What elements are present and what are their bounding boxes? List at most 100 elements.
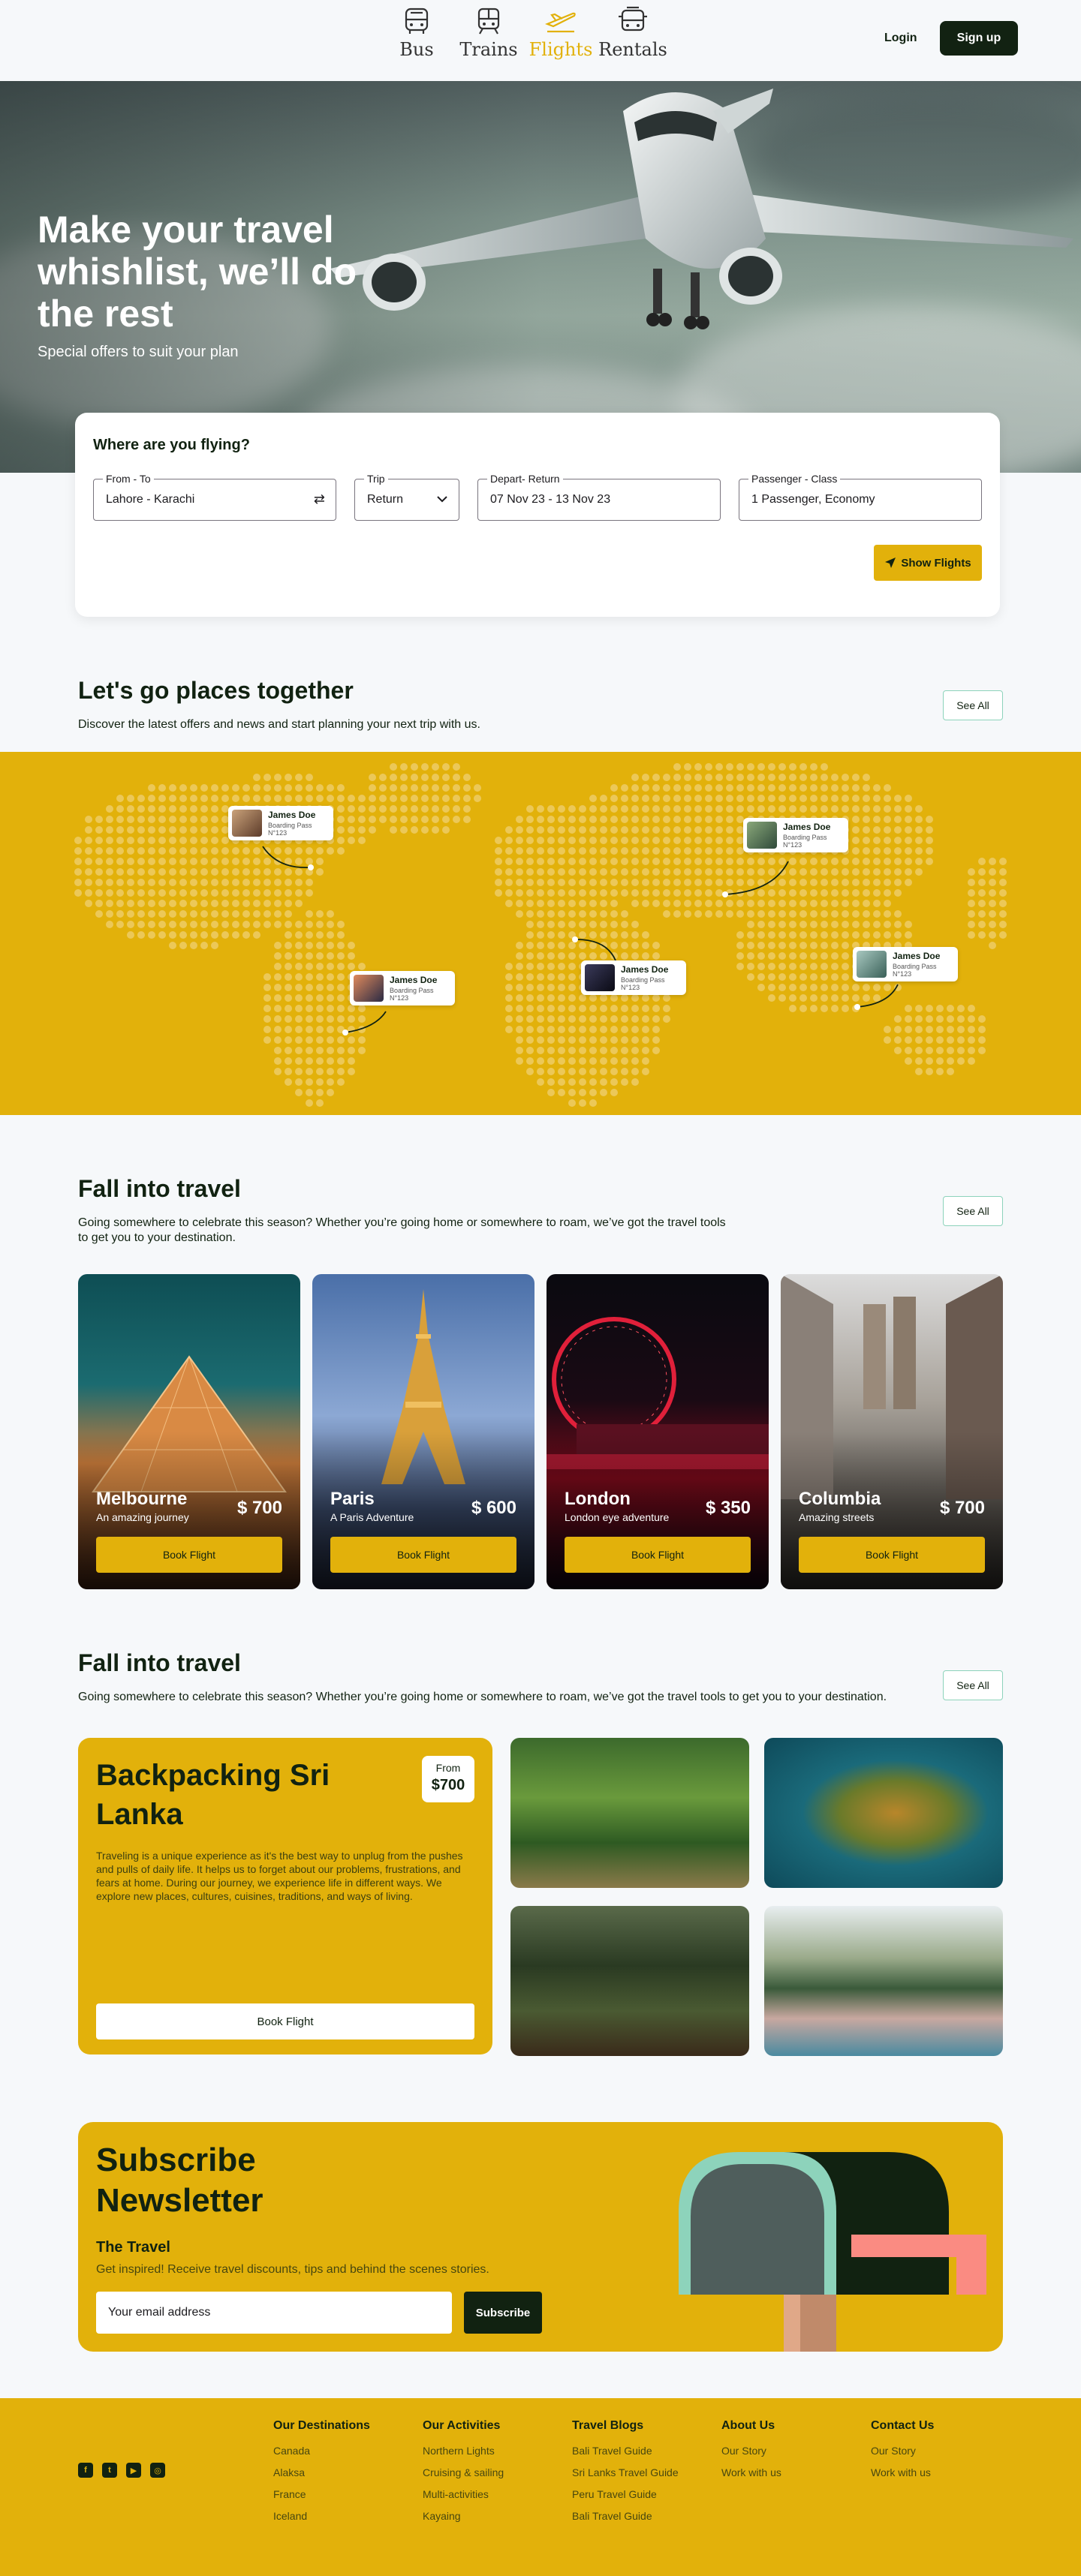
trip-select[interactable]: Trip Return: [354, 473, 459, 521]
footer-heading: Travel Blogs: [572, 2419, 644, 2432]
nav-bus[interactable]: Bus: [390, 6, 443, 60]
boarding-pass-pin[interactable]: James Doe Boarding Pass N°123: [853, 947, 958, 981]
signup-button[interactable]: Sign up: [940, 21, 1018, 56]
book-flight-button[interactable]: Book Flight: [565, 1537, 751, 1573]
show-flights-button[interactable]: Show Flights: [874, 545, 982, 581]
pin-pass: Boarding Pass N°123: [893, 963, 937, 978]
footer-link[interactable]: Cruising & sailing: [423, 2466, 504, 2478]
card-tagline: Amazing streets: [799, 1511, 875, 1523]
dates-field[interactable]: Depart- Return 07 Nov 23 - 13 Nov 23: [477, 473, 721, 521]
nav-trains[interactable]: Trains: [459, 6, 518, 60]
footer-heading: Our Activities: [423, 2419, 501, 2432]
fall1-see-all-button[interactable]: See All: [943, 1196, 1003, 1226]
book-flight-button[interactable]: Book Flight: [799, 1537, 985, 1573]
places-see-all-button[interactable]: See All: [943, 690, 1003, 720]
subscribe-button[interactable]: Subscribe: [464, 2292, 542, 2334]
footer-link[interactable]: Our Story: [721, 2445, 781, 2457]
book-flight-button[interactable]: Book Flight: [330, 1537, 516, 1573]
nav-rentals-label: Rentals: [598, 39, 667, 60]
footer-link[interactable]: Multi-activities: [423, 2488, 504, 2500]
swap-icon[interactable]: ⇄: [314, 491, 325, 507]
email-field[interactable]: [96, 2292, 452, 2334]
instagram-icon[interactable]: ◎: [150, 2463, 165, 2478]
pin-thumbnail: [232, 810, 262, 837]
pin-pass: Boarding Pass N°123: [621, 976, 665, 991]
dates-label: Depart- Return: [487, 473, 563, 485]
footer-link[interactable]: Northern Lights: [423, 2445, 504, 2457]
footer-link[interactable]: Kayaing: [423, 2510, 504, 2522]
footer-heading: About Us: [721, 2419, 775, 2432]
from-to-label: From - To: [103, 473, 154, 485]
hero-subtitle: Special offers to suit your plan: [38, 344, 239, 360]
trip-value: Return: [367, 493, 404, 506]
boarding-pass-pin[interactable]: James Doe Boarding Pass N°123: [228, 806, 333, 840]
youtube-icon[interactable]: ▶: [126, 2463, 141, 2478]
nav-trains-label: Trains: [459, 39, 518, 60]
footer-link[interactable]: Sri Lanks Travel Guide: [572, 2466, 679, 2478]
mailbox-illustration: [679, 2152, 986, 2352]
newsletter-title: Subscribe Newsletter: [96, 2142, 263, 2219]
footer-link[interactable]: Iceland: [273, 2510, 370, 2522]
newsletter-subtitle: The Travel: [96, 2239, 170, 2256]
passenger-class-field[interactable]: Passenger - Class 1 Passenger, Economy: [739, 473, 982, 521]
card-tagline: An amazing journey: [96, 1511, 189, 1523]
fall2-title: Fall into travel: [78, 1649, 241, 1676]
footer-link[interactable]: Alaksa: [273, 2466, 370, 2478]
pin-pass: Boarding Pass N°123: [783, 834, 827, 849]
bus-icon: [405, 8, 429, 34]
site-header: Bus Trains Flights Rentals Login Sign up: [0, 0, 1081, 81]
footer-link[interactable]: France: [273, 2488, 370, 2500]
card-price: $ 350: [705, 1498, 751, 1518]
hero-title: Make your travel whishlist, we’ll do the…: [38, 209, 357, 335]
feature-title: Backpacking Sri Lanka: [96, 1759, 330, 1831]
footer-link[interactable]: Peru Travel Guide: [572, 2488, 679, 2500]
main-nav: Bus Trains Flights Rentals: [390, 6, 667, 60]
passenger-class-label: Passenger - Class: [748, 473, 841, 485]
footer-link[interactable]: Bali Travel Guide: [572, 2445, 679, 2457]
pin-thumbnail: [585, 964, 615, 991]
boarding-pass-pin[interactable]: James Doe Boarding Pass N°123: [350, 971, 455, 1005]
feature-book-flight-button[interactable]: Book Flight: [96, 2003, 474, 2039]
search-question: Where are you flying?: [93, 437, 250, 453]
twitter-icon[interactable]: t: [102, 2463, 117, 2478]
footer-link[interactable]: Bali Travel Guide: [572, 2510, 679, 2522]
places-desc: Discover the latest offers and news and …: [78, 718, 480, 731]
nav-bus-label: Bus: [399, 39, 434, 60]
from-to-field[interactable]: From - To Lahore - Karachi ⇄: [93, 473, 336, 521]
footer-col-blogs: Travel Blogs Bali Travel Guide Sri Lanks…: [572, 2419, 679, 2532]
fall2-see-all-button[interactable]: See All: [943, 1670, 1003, 1700]
card-name: Melbourne: [96, 1489, 188, 1509]
footer-link[interactable]: Work with us: [871, 2466, 934, 2478]
pin-pass: Boarding Pass N°123: [390, 987, 434, 1002]
route-arrows: [262, 846, 899, 1036]
boarding-pass-pin[interactable]: James Doe Boarding Pass N°123: [581, 960, 686, 995]
pin-name: James Doe: [621, 964, 669, 975]
facebook-icon[interactable]: f: [78, 2463, 93, 2478]
feature-from-price: $700: [431, 1777, 465, 1793]
airplane-image: [330, 89, 1073, 329]
login-link[interactable]: Login: [884, 32, 917, 45]
from-to-value: Lahore - Karachi: [106, 493, 195, 506]
footer-link[interactable]: Canada: [273, 2445, 370, 2457]
footer-link[interactable]: Work with us: [721, 2466, 781, 2478]
resort-image: [764, 1906, 1003, 2056]
places-title: Let's go places together: [78, 677, 354, 704]
boarding-pass-pin[interactable]: James Doe Boarding Pass N°123: [743, 818, 848, 852]
footer-heading: Our Destinations: [273, 2419, 370, 2432]
backpacking-feature-card: Backpacking Sri Lanka From $700 Travelin…: [78, 1738, 492, 2054]
card-name: Columbia: [799, 1489, 881, 1509]
fall2-desc: Going somewhere to celebrate this season…: [78, 1691, 887, 1703]
tea-plantation-image: [510, 1738, 749, 1888]
plane-icon: [544, 12, 576, 33]
pin-name: James Doe: [783, 822, 831, 832]
destination-card: Melbourne An amazing journey $ 700 Book …: [78, 1274, 300, 1589]
footer-link[interactable]: Our Story: [871, 2445, 934, 2457]
nav-flights[interactable]: Flights: [529, 6, 592, 60]
pin-thumbnail: [857, 951, 887, 978]
nav-rentals[interactable]: Rentals: [598, 6, 667, 60]
book-flight-button[interactable]: Book Flight: [96, 1537, 282, 1573]
dates-value: 07 Nov 23 - 13 Nov 23: [490, 493, 611, 506]
newsletter-description: Get inspired! Receive travel discounts, …: [96, 2263, 489, 2276]
card-price: $ 700: [236, 1498, 282, 1518]
feature-from-label: From: [435, 1762, 461, 1774]
